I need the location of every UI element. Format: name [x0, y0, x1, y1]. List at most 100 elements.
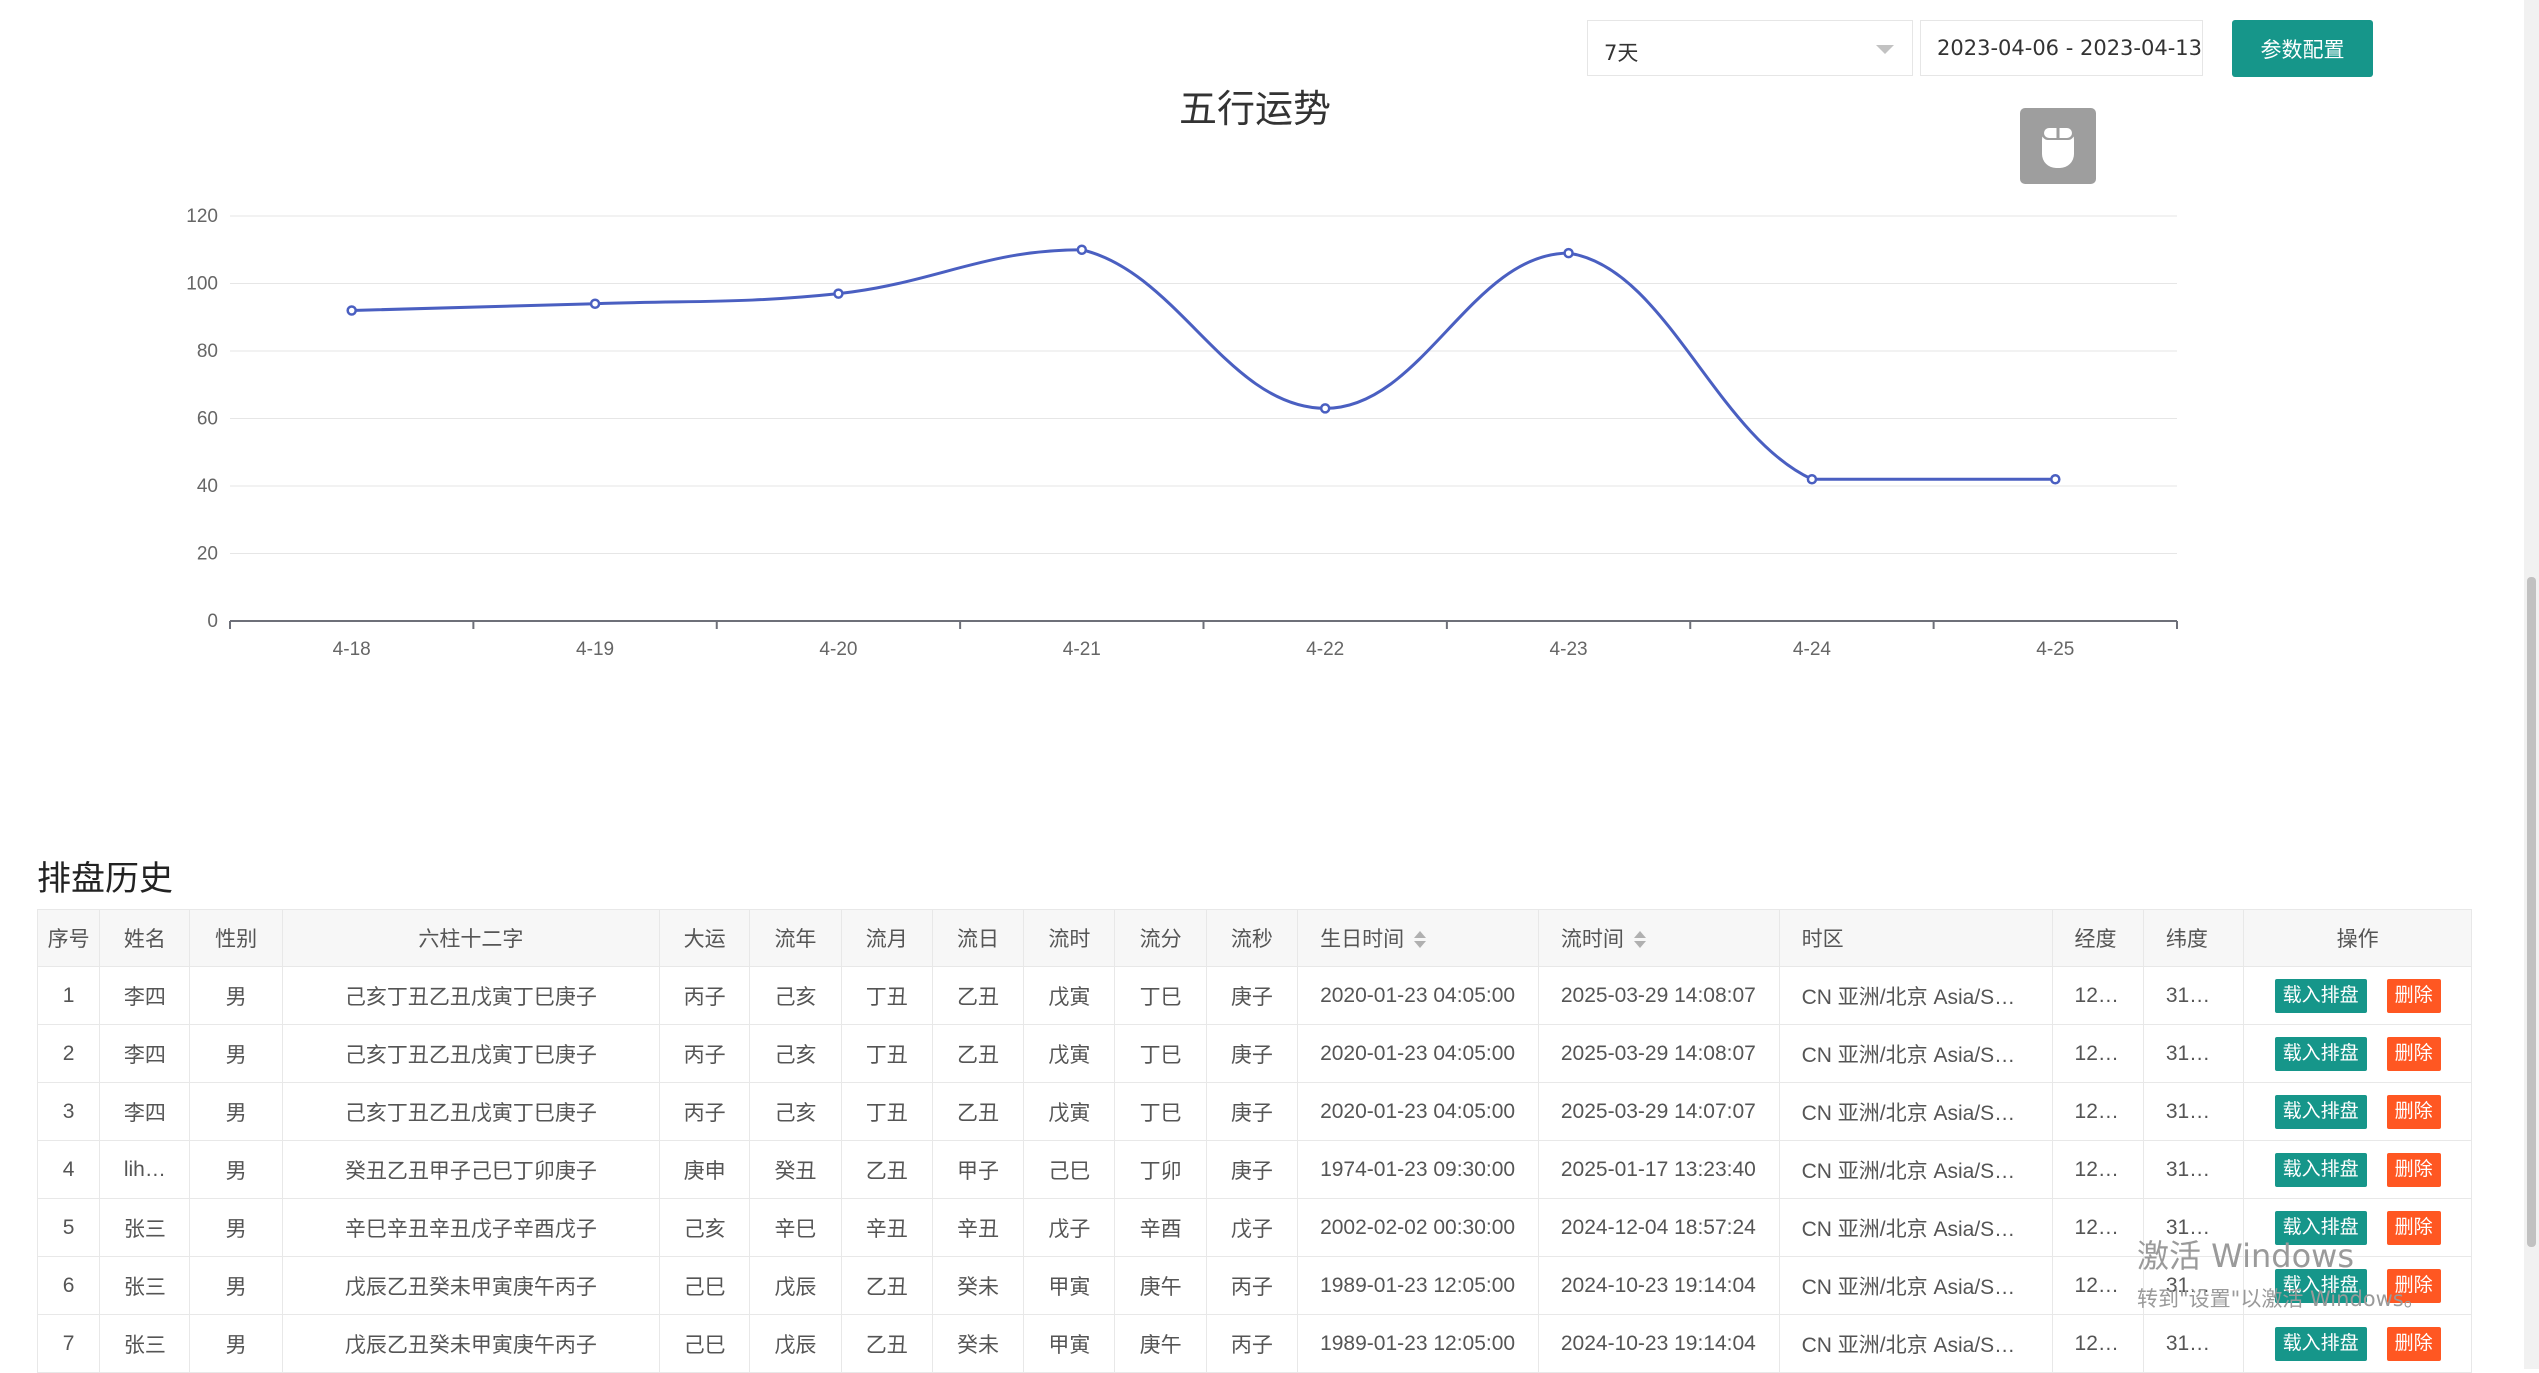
- cell-liuri: 癸未: [931, 1314, 1025, 1373]
- column-header-label: 生日时间: [1320, 928, 1405, 951]
- cell-liuyue: 丁丑: [840, 966, 933, 1025]
- cell-flow: 2025-03-29 14:07:07: [1537, 1082, 1780, 1141]
- data-point[interactable]: [1563, 247, 1574, 259]
- delete-button[interactable]: 删除: [2386, 1094, 2441, 1129]
- column-header: 流秒: [1205, 909, 1299, 967]
- table-row: 6 张三男戊辰乙丑癸未甲寅庚午丙子 己巳 戊辰 乙丑 癸未 甲寅 庚午 丙子 1989-01-23…: [36, 1256, 2472, 1315]
- cell-id: 2: [36, 1024, 101, 1083]
- load-chart-button[interactable]: 载入排盘: [2274, 978, 2367, 1013]
- load-chart-button[interactable]: 载入排盘: [2274, 1036, 2367, 1071]
- cell-name: 张三: [99, 1198, 191, 1257]
- data-point[interactable]: [1806, 474, 1818, 485]
- column-header-label: 流年: [774, 928, 817, 951]
- cell-liufen: 丁巳: [1114, 1024, 1207, 1083]
- cell-liumiao: 戊子: [1205, 1198, 1299, 1257]
- column-header[interactable]: 生日时间: [1297, 909, 1539, 967]
- cell-lat: 31…: [2142, 1082, 2245, 1141]
- cell-liuyue: 乙丑: [840, 1140, 933, 1199]
- y-tick-label: 0: [207, 611, 218, 632]
- cell-liufen: 庚午: [1114, 1256, 1207, 1315]
- data-point[interactable]: [346, 305, 357, 316]
- column-header: 流年: [749, 909, 842, 967]
- cell-liuyue: 乙丑: [840, 1256, 933, 1315]
- column-header[interactable]: 流时间: [1537, 909, 1780, 967]
- cell-bazi: 己亥丁丑乙丑戊寅丁巳庚子: [281, 1082, 661, 1141]
- cell-name: 李四: [99, 966, 191, 1025]
- cell-lat: 31…: [2142, 1024, 2245, 1083]
- y-tick-label: 120: [186, 206, 218, 227]
- column-header-label: 操作: [2336, 928, 2379, 951]
- load-chart-button[interactable]: 载入排盘: [2274, 1152, 2367, 1187]
- column-header-label: 时区: [1801, 928, 1844, 951]
- load-chart-button[interactable]: 载入排盘: [2274, 1326, 2367, 1361]
- cell-liuri: 乙丑: [931, 1024, 1025, 1083]
- table-row: 5 张三男辛巳辛丑辛丑戊子辛酉戊子 己亥 辛巳 辛丑 辛丑 戊子 辛酉 戊子 2002-02-02…: [36, 1198, 2472, 1257]
- cell-gender: 男: [189, 1314, 283, 1373]
- cell-bazi: 戊辰乙丑癸未甲寅庚午丙子: [281, 1314, 661, 1373]
- cell-id: 4: [36, 1140, 101, 1199]
- cell-liushi: 甲寅: [1023, 1256, 1116, 1315]
- cell-liushi: 甲寅: [1023, 1314, 1116, 1373]
- cell-bazi: 己亥丁丑乙丑戊寅丁巳庚子: [281, 1024, 661, 1083]
- sort-icon[interactable]: [1633, 930, 1646, 950]
- x-tick-label: 4-25: [2036, 639, 2074, 660]
- cell-liufen: 丁巳: [1114, 1082, 1207, 1141]
- cell-birth: 1989-01-23 12:05:00: [1297, 1314, 1539, 1373]
- column-header: 大运: [659, 909, 751, 967]
- load-chart-button[interactable]: 载入排盘: [2274, 1094, 2367, 1129]
- delete-button[interactable]: 删除: [2386, 1036, 2441, 1071]
- cell-liuri: 癸未: [931, 1256, 1025, 1315]
- column-header-label: 流时间: [1560, 928, 1624, 951]
- data-point[interactable]: [1319, 403, 1331, 414]
- cell-birth: 1989-01-23 12:05:00: [1297, 1256, 1539, 1315]
- column-header: 流时: [1023, 909, 1116, 967]
- cell-liuyue: 辛丑: [840, 1198, 933, 1257]
- cell-actions: 载入排盘 删除: [2243, 1140, 2472, 1199]
- cell-id: 5: [36, 1198, 101, 1257]
- delete-button[interactable]: 删除: [2386, 1152, 2441, 1187]
- cell-dayun: 丙子: [659, 1024, 751, 1083]
- cell-lng: 12…: [2051, 1140, 2144, 1199]
- data-point[interactable]: [1076, 244, 1088, 255]
- cell-actions: 载入排盘 删除: [2243, 1024, 2472, 1083]
- cell-liumiao: 庚子: [1205, 966, 1299, 1025]
- sort-icon[interactable]: [1414, 930, 1427, 950]
- table-row: 2 李四男己亥丁丑乙丑戊寅丁巳庚子 丙子 己亥 丁丑 乙丑 戊寅 丁巳 庚子 2020-01-23…: [36, 1024, 2472, 1083]
- column-header-label: 流时: [1048, 928, 1091, 951]
- cell-birth: 2020-01-23 04:05:00: [1297, 1024, 1539, 1083]
- scrollbar-thumb[interactable]: [2527, 577, 2536, 1247]
- cell-bazi: 癸丑乙丑甲子己巳丁卯庚子: [281, 1140, 661, 1199]
- column-header-label: 姓名: [123, 928, 166, 951]
- cell-lng: 12…: [2051, 1314, 2144, 1373]
- cell-flow: 2024-10-23 19:14:04: [1537, 1314, 1780, 1373]
- cell-gender: 男: [189, 1256, 283, 1315]
- cell-dayun: 己亥: [659, 1198, 751, 1257]
- cell-birth: 2020-01-23 04:05:00: [1297, 1082, 1539, 1141]
- delete-button[interactable]: 删除: [2386, 978, 2441, 1013]
- x-tick-label: 4-21: [1063, 639, 1101, 660]
- cell-name: 张三: [99, 1256, 191, 1315]
- cell-tz: CN 亚洲/北京 Asia/S…: [1778, 1024, 2053, 1083]
- data-point[interactable]: [833, 288, 844, 299]
- cell-liufen: 丁卯: [1114, 1140, 1207, 1199]
- series-line: [351, 248, 2056, 481]
- cell-liunian: 己亥: [749, 1082, 842, 1141]
- table-header-row: 序号 姓名 性别 六柱十二字 大运 流年 流月 流日 流时 流分 流秒 生日时间 流时间 时区 经度 纬度 操作: [36, 909, 2472, 967]
- column-header: 性别: [189, 909, 283, 967]
- cell-tz: CN 亚洲/北京 Asia/S…: [1778, 1140, 2053, 1199]
- delete-button[interactable]: 删除: [2386, 1326, 2441, 1361]
- cell-dayun: 丙子: [659, 966, 751, 1025]
- cell-gender: 男: [189, 1082, 283, 1141]
- cell-id: 3: [36, 1082, 101, 1141]
- watermark-line1: 激活 Windows: [2137, 1237, 2355, 1275]
- cell-gender: 男: [189, 1198, 283, 1257]
- watermark-line2: 转到"设置"以激活 Windows。: [2137, 1287, 2425, 1311]
- data-point[interactable]: [2050, 474, 2061, 485]
- cell-liunian: 戊辰: [749, 1314, 842, 1373]
- column-header: 六柱十二字: [281, 909, 661, 967]
- y-tick-label: 100: [186, 274, 218, 295]
- data-point[interactable]: [589, 298, 601, 309]
- cell-actions: 载入排盘 删除: [2243, 966, 2472, 1025]
- cell-liunian: 辛巳: [749, 1198, 842, 1257]
- column-header: 姓名: [99, 909, 191, 967]
